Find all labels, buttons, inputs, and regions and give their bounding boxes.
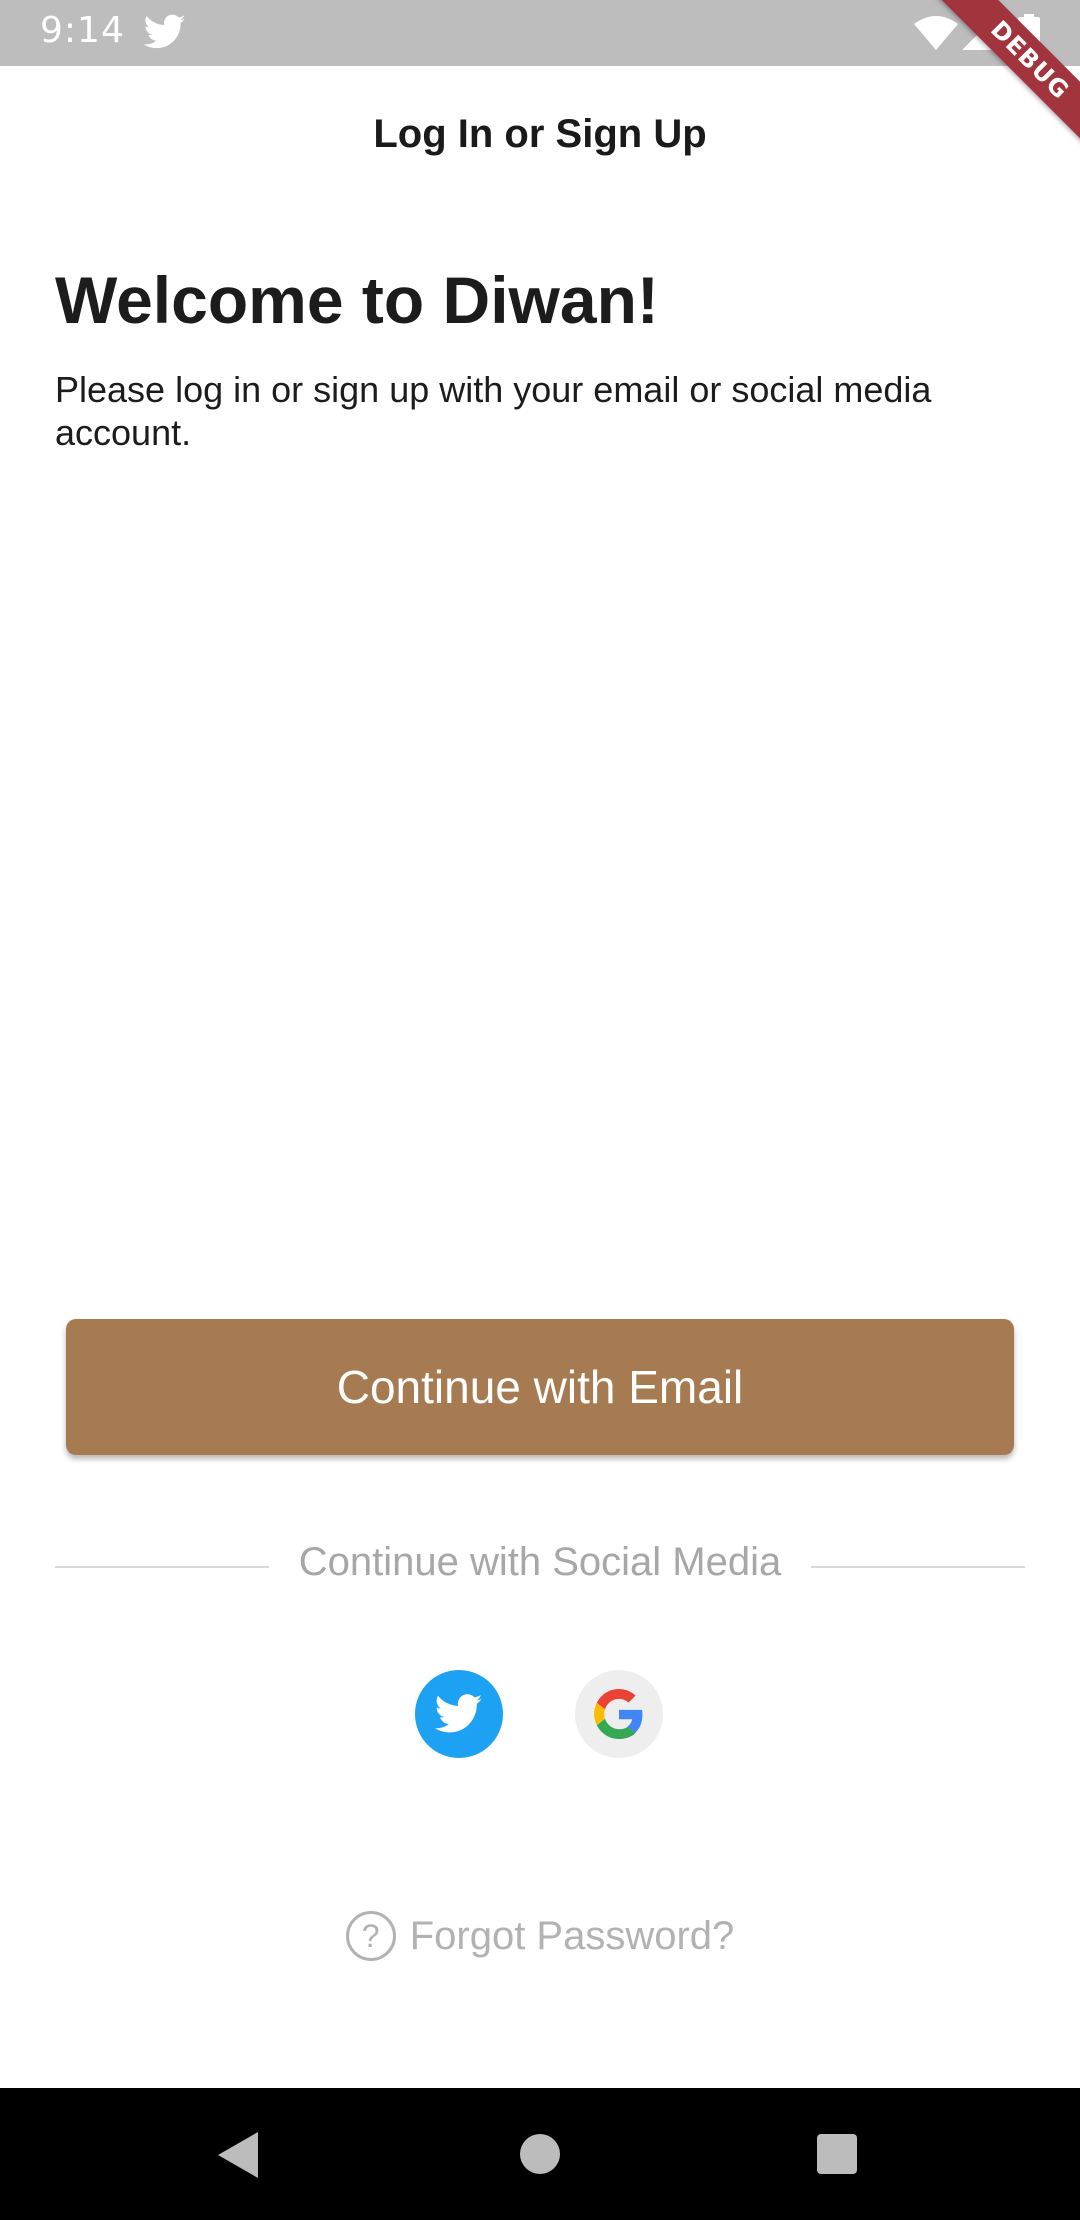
back-icon[interactable] bbox=[218, 2132, 258, 2178]
twitter-icon bbox=[144, 14, 186, 49]
navigation-bar bbox=[0, 2088, 1080, 2220]
social-divider-label: Continue with Social Media bbox=[298, 1540, 782, 1584]
forgot-password-label: Forgot Password? bbox=[409, 1913, 735, 1958]
welcome-subtitle: Please log in or sign up with your email… bbox=[55, 369, 932, 453]
forgot-password-link[interactable]: ? Forgot Password? bbox=[0, 1906, 1080, 1966]
home-icon[interactable] bbox=[520, 2134, 560, 2174]
wifi-icon bbox=[914, 16, 958, 50]
status-time: 9:14 bbox=[40, 10, 125, 51]
page-title: Log In or Sign Up bbox=[373, 112, 707, 156]
google-login-button[interactable] bbox=[575, 1670, 663, 1758]
continue-with-email-button[interactable]: Continue with Email bbox=[66, 1319, 1014, 1455]
divider-right bbox=[811, 1566, 1025, 1568]
google-icon bbox=[594, 1689, 643, 1739]
twitter-icon bbox=[435, 1694, 483, 1733]
status-bar: 9:14 bbox=[0, 0, 1080, 66]
recents-icon[interactable] bbox=[817, 2134, 857, 2174]
twitter-login-button[interactable] bbox=[415, 1670, 503, 1758]
continue-with-email-label: Continue with Email bbox=[336, 1361, 744, 1413]
welcome-title: Welcome to Diwan! bbox=[55, 263, 659, 337]
help-circle-icon: ? bbox=[345, 1911, 396, 1961]
